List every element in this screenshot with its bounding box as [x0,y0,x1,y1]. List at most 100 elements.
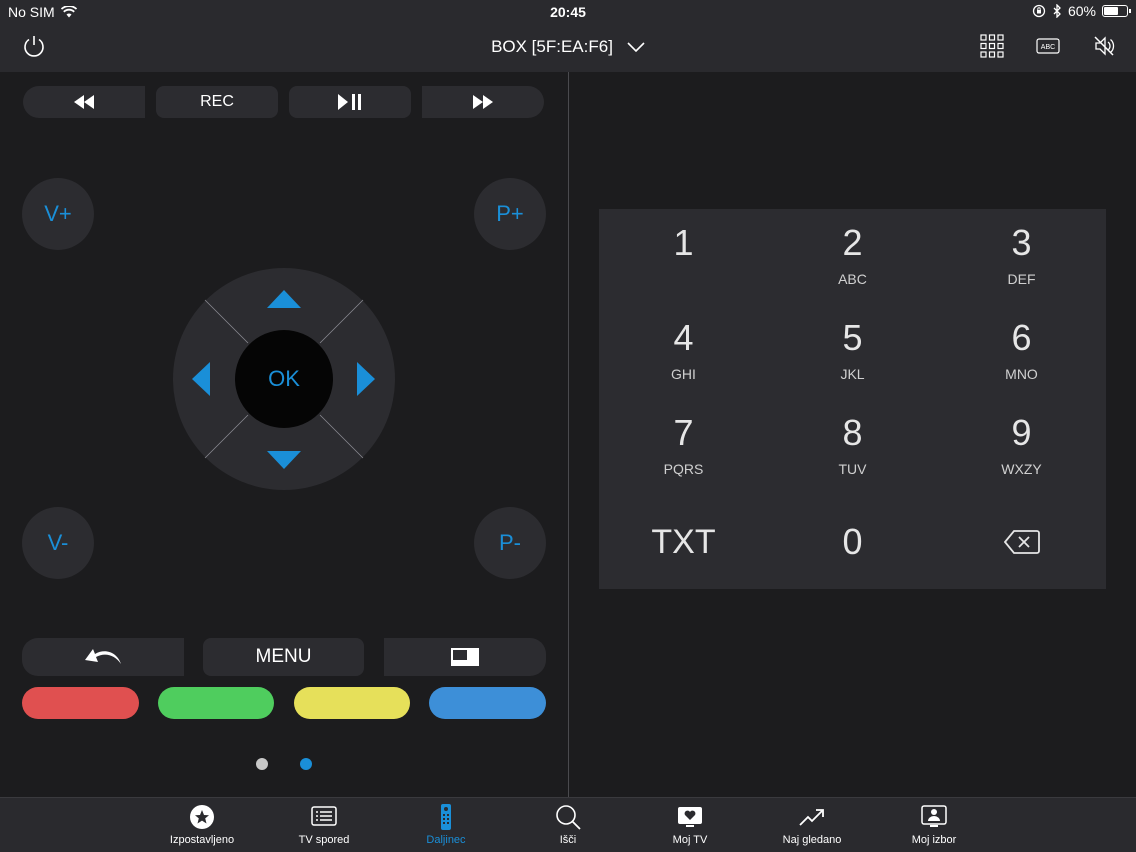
keypad-panel: 1 2 ABC 3 DEF 4 GHI 5 JKL 6 MNO 7 PQRS 8… [569,72,1136,797]
tv-guide-icon [311,806,337,826]
key-letters: WXZY [1001,461,1042,477]
device-selector-wrap: BOX [5F:EA:F6] [0,37,1136,57]
number-keypad: 1 2 ABC 3 DEF 4 GHI 5 JKL 6 MNO 7 PQRS 8… [599,209,1106,589]
key-number: 0 [842,520,863,562]
rec-button[interactable]: REC [156,86,278,118]
nav-label: Izpostavljeno [169,834,235,846]
key-number: TXT [651,522,716,561]
bottom-nav: Izpostavljeno TV spored Daljinec Išči Mo… [0,797,1136,852]
key-2[interactable]: 2 ABC [768,209,937,304]
play-pause-icon [338,94,361,110]
key-4[interactable]: 4 GHI [599,304,768,399]
red-button[interactable] [22,687,139,719]
key-5[interactable]: 5 JKL [768,304,937,399]
page-dot-1[interactable] [256,758,268,770]
volume-up-button[interactable]: V+ [22,178,94,250]
trending-icon [799,809,824,826]
dpad-right-arrow-icon[interactable] [357,362,375,396]
key-6[interactable]: 6 MNO [937,304,1106,399]
nav-item-daljinec[interactable]: Daljinec [391,804,501,846]
dpad-up-arrow-icon[interactable] [267,290,301,308]
nav-item-naj-gledano[interactable]: Naj gledano [757,804,867,846]
key-8[interactable]: 8 TUV [768,399,937,494]
dpad-down-arrow-icon[interactable] [267,451,301,469]
nav-label: Daljinec [426,834,466,846]
pip-button[interactable] [384,638,546,676]
key-letters: GHI [671,366,696,382]
chevron-down-icon [627,42,645,52]
bluetooth-icon [1053,4,1061,18]
person-icon [921,805,947,827]
nav-item-isci[interactable]: Išči [513,804,623,846]
top-bar: BOX [5F:EA:F6] ABC [0,22,1136,72]
nav-label: Moj TV [672,834,708,846]
fast-forward-button[interactable] [422,86,544,118]
nav-label: Išči [559,834,577,846]
nav-item-moj-izbor[interactable]: Moj izbor [879,804,989,846]
status-right: 60% [1032,3,1131,19]
key-number: 7 [673,412,694,453]
grid-icon[interactable] [980,34,1004,58]
key-number: 4 [673,317,694,358]
nav-item-tv-spored[interactable]: TV spored [269,804,379,846]
nav-item-moj-tv[interactable]: Moj TV [635,804,745,846]
back-arrow-icon [85,649,121,664]
battery-icon [1102,5,1131,17]
key-letters: PQRS [663,461,704,477]
key-number: 6 [1011,317,1032,358]
volume-down-label: V- [47,530,69,555]
page-dot-2[interactable] [300,758,312,770]
key-number: 5 [842,317,863,358]
rec-label: REC [200,93,234,110]
rewind-icon [74,95,94,109]
menu-button[interactable]: MENU [203,638,364,676]
nav-label: Moj izbor [911,834,957,846]
volume-up-label: V+ [44,201,72,226]
back-button[interactable] [22,638,184,676]
key-txt[interactable]: TXT [599,494,768,589]
program-down-label: P- [499,530,521,555]
search-icon [556,805,581,830]
menu-label: MENU [255,646,312,667]
green-button[interactable] [158,687,274,719]
device-selector[interactable]: BOX [5F:EA:F6] [491,37,645,57]
program-down-button[interactable]: P- [474,507,546,579]
dpad-left-arrow-icon[interactable] [192,362,210,396]
blue-button[interactable] [429,687,546,719]
nav-item-izpostavljeno[interactable]: Izpostavljeno [147,804,257,846]
star-icon [190,805,214,829]
ok-label: OK [268,366,300,391]
key-backspace[interactable] [937,494,1106,589]
key-1[interactable]: 1 [599,209,768,304]
keyboard-abc-icon[interactable]: ABC [1036,34,1060,58]
key-number: 9 [1011,412,1032,453]
device-name: BOX [5F:EA:F6] [491,37,613,56]
nav-label: TV spored [298,834,350,846]
key-3[interactable]: 3 DEF [937,209,1106,304]
key-letters: ABC [838,271,867,287]
pip-icon [451,648,479,666]
abc-label: ABC [1041,44,1055,51]
key-letters: JKL [840,366,865,382]
volume-down-button[interactable]: V- [22,507,94,579]
mute-icon[interactable] [1092,34,1116,58]
orientation-lock-icon [1032,4,1046,18]
status-bar: No SIM 20:45 60% [0,0,1136,22]
key-number: 3 [1011,222,1032,263]
play-pause-button[interactable] [289,86,411,118]
heart-tv-icon [678,807,702,827]
key-number: 2 [842,222,863,263]
rewind-button[interactable] [23,86,145,118]
program-up-label: P+ [496,201,524,226]
remote-icon [441,804,451,830]
key-7[interactable]: 7 PQRS [599,399,768,494]
top-actions: ABC [980,34,1116,58]
program-up-button[interactable]: P+ [474,178,546,250]
key-9[interactable]: 9 WXZY [937,399,1106,494]
key-0[interactable]: 0 [768,494,937,589]
backspace-icon [1003,529,1040,554]
dpad: OK [173,268,395,490]
yellow-button[interactable] [294,687,410,719]
ok-button[interactable]: OK [235,330,333,428]
key-number: 8 [842,412,863,453]
